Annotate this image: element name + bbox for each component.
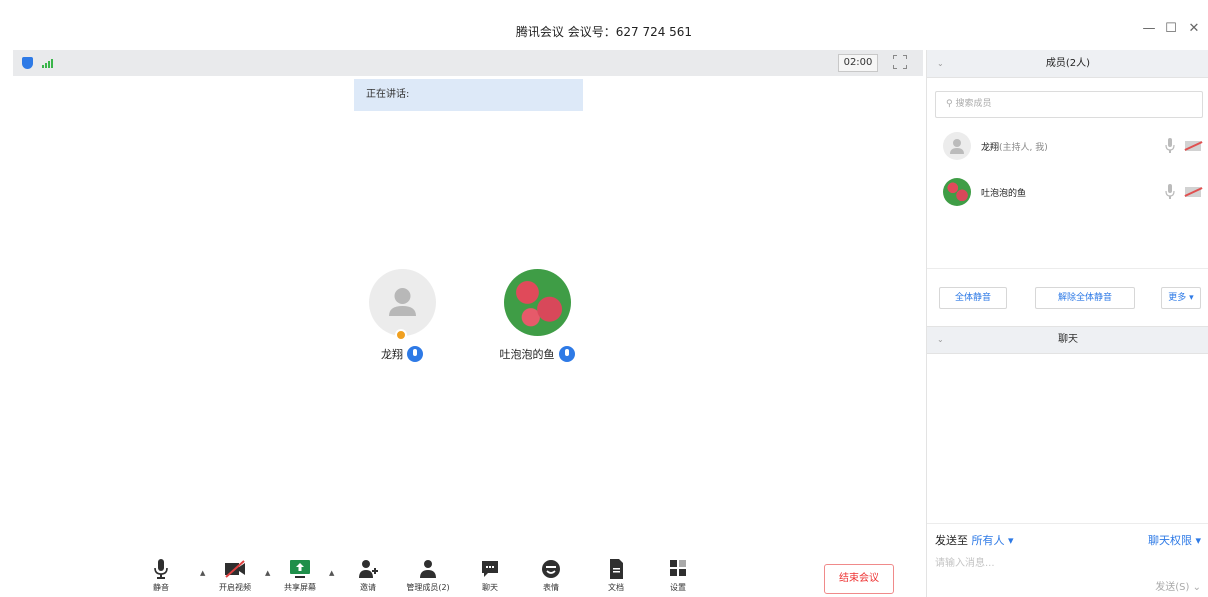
chat-button[interactable]: 聊天 <box>465 559 515 593</box>
send-to-recipient-select[interactable]: 所有人 ▾ <box>972 534 1014 547</box>
member-mic-icon[interactable] <box>1165 184 1175 200</box>
document-icon <box>605 559 627 579</box>
members-icon <box>417 559 439 579</box>
microphone-icon <box>558 346 575 362</box>
default-avatar <box>368 269 436 341</box>
settings-grid-icon <box>667 559 689 579</box>
participant-tile[interactable]: 吐泡泡的鱼 <box>477 269 597 362</box>
chat-permission-button[interactable]: 聊天权限 ▾ <box>1148 532 1201 548</box>
minimize-button[interactable]: — <box>1140 21 1158 36</box>
security-shield-icon[interactable] <box>22 57 33 69</box>
share-screen-icon <box>289 559 311 579</box>
meeting-toolbar: 静音 ▲ 开启视频 ▲ 共享屏幕 ▲ 邀请 管理成员(2) 聊天 表情 文档 设… <box>13 555 923 597</box>
invite-button[interactable]: 邀请 <box>343 559 393 593</box>
manage-members-button[interactable]: 管理成员(2) <box>403 559 453 593</box>
documents-button[interactable]: 文档 <box>591 559 641 593</box>
docs-label: 文档 <box>608 583 624 592</box>
member-actions: 全体静音 解除全体静音 更多 ▾ <box>927 268 1208 324</box>
members-label: 管理成员(2) <box>406 583 450 592</box>
more-button[interactable]: 更多 ▾ <box>1161 287 1201 309</box>
mute-label: 静音 <box>153 583 169 592</box>
member-name: 龙翔 <box>981 143 1000 153</box>
send-to-label: 发送至 <box>935 534 968 547</box>
meeting-main-area: 02:00 正在讲话: 龙翔 吐泡泡的鱼 静音 ▲ 开启视频 ▲ 共享屏幕 ▲ … <box>13 50 923 597</box>
participant-name: 龙翔 <box>381 348 403 361</box>
unmute-all-button[interactable]: 解除全体静音 <box>1035 287 1135 309</box>
member-avatar <box>943 178 971 206</box>
chat-panel-header[interactable]: ⌄ 聊天 <box>927 326 1208 354</box>
maximize-button[interactable]: ☐ <box>1162 21 1180 36</box>
send-button[interactable]: 发送(S) ⌄ <box>1155 578 1201 593</box>
participant-avatar <box>503 269 571 336</box>
fullscreen-icon[interactable] <box>893 55 907 69</box>
member-mic-icon[interactable] <box>1165 138 1175 154</box>
mute-button[interactable]: 静音 <box>136 559 186 593</box>
chat-label: 聊天 <box>482 583 498 592</box>
share-screen-button[interactable]: 共享屏幕 <box>275 559 325 593</box>
collapse-chevron-icon[interactable]: ⌄ <box>937 50 944 78</box>
speaking-indicator: 正在讲话: <box>354 79 583 111</box>
chat-message-input[interactable]: 请输入消息... <box>935 554 995 569</box>
collapse-chevron-icon[interactable]: ⌄ <box>937 327 944 353</box>
end-meeting-button[interactable]: 结束会议 <box>824 564 894 594</box>
settings-button[interactable]: 设置 <box>653 559 703 593</box>
emoji-icon <box>540 559 562 579</box>
close-button[interactable]: ✕ <box>1185 21 1203 36</box>
member-row[interactable]: 吐泡泡的鱼 <box>941 178 1203 208</box>
network-signal-icon[interactable] <box>42 59 53 68</box>
chat-panel-title: 聊天 <box>1058 334 1078 345</box>
mute-all-button[interactable]: 全体静音 <box>939 287 1007 309</box>
members-panel-header[interactable]: ⌄ 成员(2人) <box>927 50 1208 78</box>
window-title: 腾讯会议 会议号：627 724 561 <box>515 25 693 39</box>
members-panel-title: 成员(2人) <box>1045 58 1091 69</box>
title-bar: 腾讯会议 会议号：627 724 561 — ☐ ✕ <box>0 0 1208 50</box>
settings-label: 设置 <box>670 583 686 592</box>
start-video-button[interactable]: 开启视频 <box>210 559 260 593</box>
host-badge-icon <box>394 329 407 341</box>
meeting-status-strip: 02:00 <box>13 50 923 76</box>
member-camera-off-icon[interactable] <box>1185 187 1201 197</box>
member-role: (主持人, 我) <box>999 143 1048 153</box>
video-off-icon <box>224 559 246 579</box>
invite-icon <box>357 559 379 579</box>
emoji-label: 表情 <box>543 583 559 592</box>
audio-options-caret-icon[interactable]: ▲ <box>200 569 205 577</box>
meeting-timer: 02:00 <box>838 54 878 72</box>
chat-composer: 发送至 所有人 ▾ 聊天权限 ▾ 请输入消息... 发送(S) ⌄ <box>927 523 1208 597</box>
video-options-caret-icon[interactable]: ▲ <box>265 569 270 577</box>
chat-icon <box>479 559 501 579</box>
default-avatar <box>943 132 971 160</box>
microphone-icon <box>407 346 423 362</box>
member-search-input[interactable]: ⚲ 搜索成员 <box>935 91 1203 118</box>
person-icon <box>950 139 964 154</box>
side-panel: ⌄ 成员(2人) ⚲ 搜索成员 龙翔(主持人, 我) 吐泡泡的鱼 全体静音 解除… <box>926 50 1208 597</box>
emoji-button[interactable]: 表情 <box>526 559 576 593</box>
participant-tile[interactable]: 龙翔 <box>342 269 462 362</box>
video-label: 开启视频 <box>219 583 251 592</box>
microphone-icon <box>150 559 172 579</box>
invite-label: 邀请 <box>360 583 376 592</box>
member-name: 吐泡泡的鱼 <box>981 189 1027 199</box>
participant-name: 吐泡泡的鱼 <box>499 348 555 361</box>
member-camera-off-icon[interactable] <box>1185 141 1201 151</box>
search-placeholder: 搜索成员 <box>955 99 992 109</box>
member-row[interactable]: 龙翔(主持人, 我) <box>941 132 1203 162</box>
share-label: 共享屏幕 <box>284 583 316 592</box>
person-icon <box>388 288 416 316</box>
share-options-caret-icon[interactable]: ▲ <box>329 569 334 577</box>
